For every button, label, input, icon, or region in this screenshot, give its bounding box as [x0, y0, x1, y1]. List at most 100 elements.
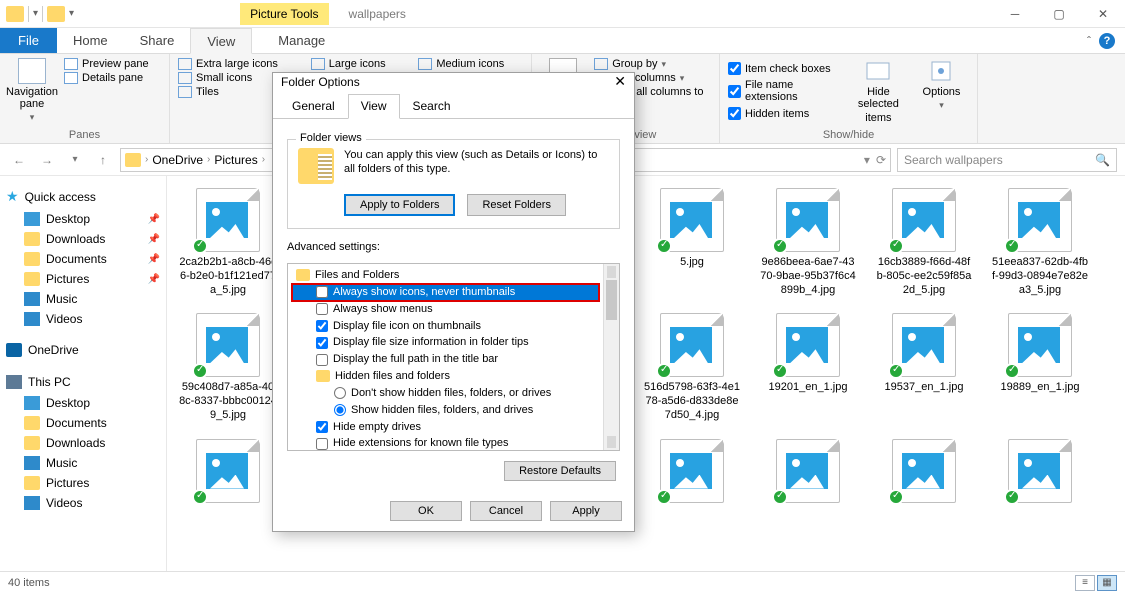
file-item[interactable]: [179, 439, 277, 547]
file-item[interactable]: 5.jpg: [643, 188, 741, 297]
restore-defaults-button[interactable]: Restore Defaults: [504, 461, 616, 481]
crumb-pictures: Pictures›: [214, 153, 265, 167]
cancel-button[interactable]: Cancel: [470, 501, 542, 521]
tree-file-size[interactable]: Display file size information in folder …: [292, 334, 599, 351]
maximize-button[interactable]: ▢: [1037, 0, 1081, 28]
file-item[interactable]: 51eea837-62db-4fbf-99d3-0894e7e82ea3_5.j…: [991, 188, 1089, 297]
path-folder-icon: [125, 153, 141, 167]
tab-share[interactable]: Share: [124, 28, 191, 53]
sync-badge-icon: [888, 238, 904, 254]
tree-scrollbar[interactable]: [603, 264, 619, 450]
advanced-settings-label: Advanced settings:: [287, 241, 620, 253]
ribbon-collapse-icon[interactable]: ˆ: [1087, 34, 1091, 48]
sidebar-pc-documents[interactable]: Documents: [0, 413, 166, 433]
tree-always-icons[interactable]: Always show icons, never thumbnails: [292, 284, 599, 301]
file-item[interactable]: [759, 439, 857, 547]
layout-medium[interactable]: Medium icons: [418, 58, 523, 70]
advanced-settings-tree[interactable]: Files and Folders Always show icons, nev…: [287, 263, 620, 451]
sidebar-item-desktop[interactable]: Desktop📌: [0, 209, 166, 229]
minimize-button[interactable]: ─: [993, 0, 1037, 28]
sidebar-thispc[interactable]: This PC: [0, 371, 166, 393]
path-dropdown-icon[interactable]: ▾: [864, 153, 870, 167]
tab-file[interactable]: File: [0, 28, 57, 53]
group-by-button[interactable]: Group by▾: [594, 58, 711, 70]
tab-home[interactable]: Home: [57, 28, 124, 53]
item-checkboxes-toggle[interactable]: Item check boxes: [728, 62, 843, 75]
layout-xl[interactable]: Extra large icons: [178, 58, 297, 70]
sidebar-pc-videos[interactable]: Videos: [0, 493, 166, 513]
tree-hide-ext[interactable]: Hide extensions for known file types: [292, 435, 599, 450]
tab-view[interactable]: View: [190, 28, 252, 54]
forward-button[interactable]: →: [36, 149, 58, 171]
sidebar-item-documents[interactable]: Documents📌: [0, 249, 166, 269]
file-item[interactable]: [991, 439, 1089, 547]
qat-dropdown-icon[interactable]: ▾: [33, 8, 38, 19]
folder-icon: [296, 269, 310, 281]
file-item[interactable]: 516d5798-63f3-4e178-a5d6-d833de8e7d50_4.…: [643, 313, 741, 422]
back-button[interactable]: ←: [8, 149, 30, 171]
close-button[interactable]: ✕: [1081, 0, 1125, 28]
help-icon[interactable]: ?: [1099, 33, 1115, 49]
crumb-onedrive[interactable]: OneDrive›: [152, 153, 210, 167]
sidebar-pc-desktop[interactable]: Desktop: [0, 393, 166, 413]
tree-hide-empty[interactable]: Hide empty drives: [292, 419, 599, 436]
dialog-tab-general[interactable]: General: [279, 94, 348, 118]
file-item[interactable]: 9e86beea-6ae7-4370-9bae-95b37f6c4899b_4.…: [759, 188, 857, 297]
file-item[interactable]: 16cb3889-f66d-48fb-805c-ee2c59f85a2d_5.j…: [875, 188, 973, 297]
dialog-close-button[interactable]: ✕: [614, 73, 626, 90]
refresh-icon[interactable]: ⟳: [876, 153, 886, 167]
layout-large[interactable]: Large icons: [311, 58, 405, 70]
apply-to-folders-button[interactable]: Apply to Folders: [344, 194, 455, 216]
details-pane-button[interactable]: Details pane: [64, 72, 149, 84]
file-item[interactable]: 2ca2b2b1-a8cb-46c6-b2e0-b1f121ed77a_5.jp…: [179, 188, 277, 297]
file-name: 16cb3889-f66d-48fb-805c-ee2c59f85a2d_5.j…: [875, 256, 973, 297]
qat-folder-icon[interactable]: [47, 6, 65, 22]
ribbon-tabs: File Home Share View Manage ˆ ?: [0, 28, 1125, 54]
dialog-tab-search[interactable]: Search: [400, 94, 464, 118]
tab-manage[interactable]: Manage: [262, 28, 341, 53]
sync-badge-icon: [772, 489, 788, 505]
nav-pane-button[interactable]: Navigation pane ▾: [8, 58, 56, 127]
history-dropdown[interactable]: ▾: [64, 149, 86, 171]
sidebar-item-downloads[interactable]: Downloads📌: [0, 229, 166, 249]
tree-dont-show-hidden[interactable]: Don't show hidden files, folders, or dri…: [292, 385, 599, 402]
file-item[interactable]: [643, 439, 741, 547]
file-item[interactable]: 19201_en_1.jpg: [759, 313, 857, 422]
preview-pane-button[interactable]: Preview pane: [64, 58, 149, 70]
file-name: 516d5798-63f3-4e178-a5d6-d833de8e7d50_4.…: [643, 381, 741, 422]
file-thumbnail: [892, 188, 956, 252]
file-item[interactable]: 19537_en_1.jpg: [875, 313, 973, 422]
folder-icon: [24, 476, 40, 490]
file-extensions-toggle[interactable]: File name extensions: [728, 79, 843, 103]
view-icons-toggle[interactable]: ▦: [1097, 575, 1117, 591]
options-button[interactable]: Options ▾: [914, 58, 969, 127]
reset-folders-button[interactable]: Reset Folders: [467, 194, 565, 216]
tree-show-hidden[interactable]: Show hidden files, folders, and drives: [292, 402, 599, 419]
tree-always-menus[interactable]: Always show menus: [292, 301, 599, 318]
tree-full-path[interactable]: Display the full path in the title bar: [292, 351, 599, 368]
qat-overflow-icon[interactable]: ▾: [69, 8, 74, 19]
dialog-tab-view[interactable]: View: [348, 94, 400, 119]
tree-files-folders[interactable]: Files and Folders: [292, 267, 599, 284]
up-button[interactable]: ↑: [92, 149, 114, 171]
ok-button[interactable]: OK: [390, 501, 462, 521]
hidden-items-toggle[interactable]: Hidden items: [728, 107, 843, 120]
sidebar-onedrive[interactable]: OneDrive: [0, 339, 166, 361]
sidebar-pc-downloads[interactable]: Downloads: [0, 433, 166, 453]
sidebar-quickaccess[interactable]: ★Quick access: [0, 184, 166, 209]
hide-selected-button[interactable]: Hide selected items: [851, 58, 906, 127]
search-input[interactable]: Search wallpapers 🔍: [897, 148, 1117, 172]
view-details-toggle[interactable]: ≡: [1075, 575, 1095, 591]
tree-hidden-group[interactable]: Hidden files and folders: [292, 368, 599, 385]
tree-file-icon[interactable]: Display file icon on thumbnails: [292, 318, 599, 335]
sidebar-item-videos[interactable]: Videos: [0, 309, 166, 329]
sidebar-item-music[interactable]: Music: [0, 289, 166, 309]
file-item[interactable]: [875, 439, 973, 547]
pin-icon: 📌: [148, 214, 160, 225]
apply-button[interactable]: Apply: [550, 501, 622, 521]
sidebar-pc-music[interactable]: Music: [0, 453, 166, 473]
sidebar-item-pictures[interactable]: Pictures📌: [0, 269, 166, 289]
sidebar-pc-pictures[interactable]: Pictures: [0, 473, 166, 493]
file-item[interactable]: 59c408d7-a85a-408c-8337-bbbc001249_5.jpg: [179, 313, 277, 422]
file-item[interactable]: 19889_en_1.jpg: [991, 313, 1089, 422]
